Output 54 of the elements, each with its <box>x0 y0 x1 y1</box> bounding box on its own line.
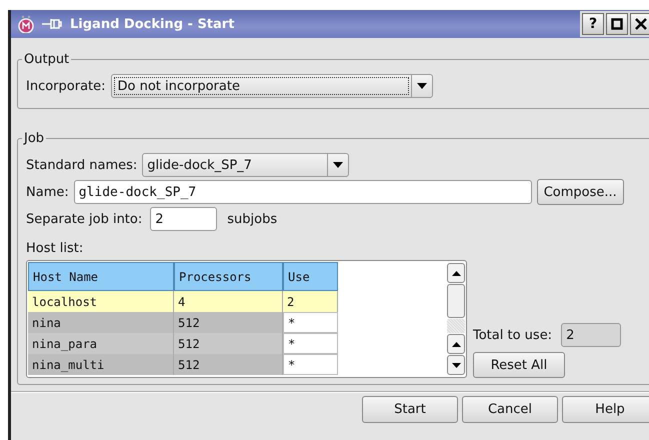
caret-icon <box>333 162 344 168</box>
scroll-thumb[interactable] <box>447 284 465 318</box>
table-cell: 512 <box>174 333 283 354</box>
close-button[interactable] <box>630 13 649 35</box>
table-cell: * <box>283 312 338 333</box>
reset-all-button[interactable]: Reset All <box>473 352 565 378</box>
table-row[interactable]: localhost 4 2 <box>28 291 445 312</box>
compose-button[interactable]: Compose... <box>536 179 624 205</box>
standard-names-dropdown[interactable]: glide-dock_SP_7 <box>142 153 350 177</box>
table-cell: 4 <box>174 291 283 312</box>
table-row[interactable]: nina_multi 512 * <box>28 354 445 375</box>
scrollbar[interactable] <box>446 261 466 377</box>
table-row[interactable]: nina 512 * <box>28 312 445 333</box>
table-cell: 512 <box>174 354 283 375</box>
column-header[interactable]: Use <box>283 262 338 291</box>
up-arrow-icon <box>452 270 460 276</box>
field-label: subjobs <box>227 212 278 226</box>
square-icon <box>611 18 623 30</box>
table-cell: nina <box>28 312 174 333</box>
help-button[interactable]: ? <box>582 13 604 35</box>
field-label: Host list: <box>26 241 84 256</box>
field-label: Incorporate: <box>26 78 106 94</box>
dialog-button[interactable]: Cancel <box>462 396 558 423</box>
window-title: Ligand Docking - Start <box>70 16 234 32</box>
column-header[interactable]: Processors <box>174 262 283 291</box>
table-cell: nina_multi <box>28 354 174 375</box>
table-cell: nina_para <box>28 333 174 354</box>
table-cell: 512 <box>174 312 283 333</box>
incorporate-dropdown[interactable]: Do not incorporate <box>110 74 433 98</box>
up-arrow-icon <box>452 342 460 346</box>
scroll-track[interactable] <box>447 319 465 333</box>
field-label: Name: <box>26 184 69 200</box>
column-header[interactable]: Host Name <box>28 262 174 291</box>
table-cell: * <box>283 354 338 375</box>
subjobs-input[interactable]: 2 <box>150 207 218 231</box>
table-cell: 2 <box>283 291 338 312</box>
group-legend: Output <box>22 52 72 67</box>
field-label: Separate job into: <box>26 212 142 226</box>
close-icon <box>635 18 647 30</box>
down-arrow-icon <box>452 362 460 368</box>
caret-icon <box>416 83 427 89</box>
name-input[interactable]: glide-dock_SP_7 <box>74 180 532 204</box>
table-cell: localhost <box>28 291 174 312</box>
maximize-button[interactable] <box>606 13 628 35</box>
field-label: Standard names: <box>26 158 138 172</box>
total-field[interactable]: 2 <box>561 323 622 347</box>
app-icon <box>18 15 34 33</box>
table-row[interactable]: nina_para 512 * <box>28 333 445 354</box>
group-legend: Job <box>22 131 46 146</box>
table-cell: * <box>283 333 338 354</box>
dialog-button[interactable]: Help <box>562 396 649 423</box>
dialog-button[interactable]: Start <box>362 396 458 423</box>
pin-icon[interactable] <box>42 18 62 30</box>
field-label: Total to use: <box>473 328 552 342</box>
